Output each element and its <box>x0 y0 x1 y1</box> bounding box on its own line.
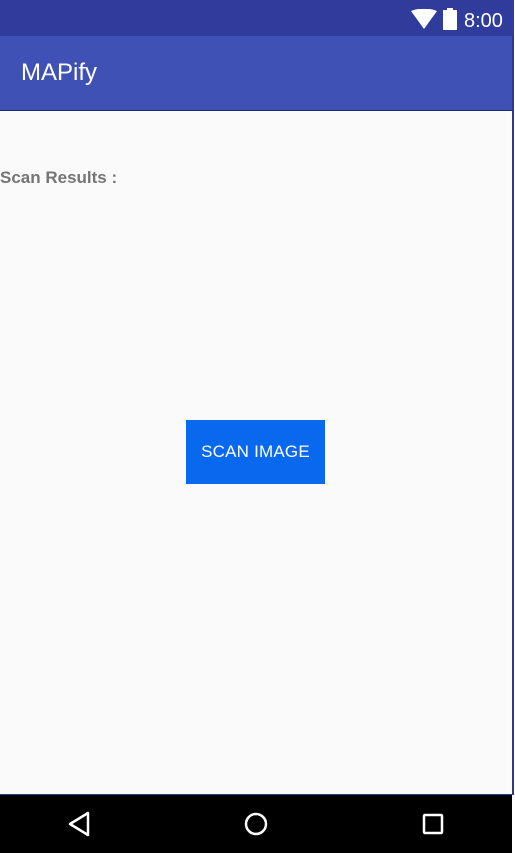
scan-image-button[interactable]: SCAN IMAGE <box>186 420 325 484</box>
app-screen: 8:00 MAPify Scan Results : SCAN IMAGE <box>0 0 515 853</box>
app-title: MAPify <box>21 59 98 86</box>
status-clock: 8:00 <box>464 10 503 32</box>
app-bar: MAPify <box>0 36 514 110</box>
battery-icon <box>443 8 457 30</box>
navigation-bar <box>0 795 512 853</box>
recents-icon[interactable] <box>418 809 448 839</box>
status-bar: 8:00 <box>0 0 514 36</box>
main-content: Scan Results : SCAN IMAGE <box>0 111 514 795</box>
scan-results-label: Scan Results : <box>0 168 118 187</box>
wifi-icon <box>411 9 437 29</box>
home-icon[interactable] <box>241 809 271 839</box>
back-icon[interactable] <box>65 809 95 839</box>
